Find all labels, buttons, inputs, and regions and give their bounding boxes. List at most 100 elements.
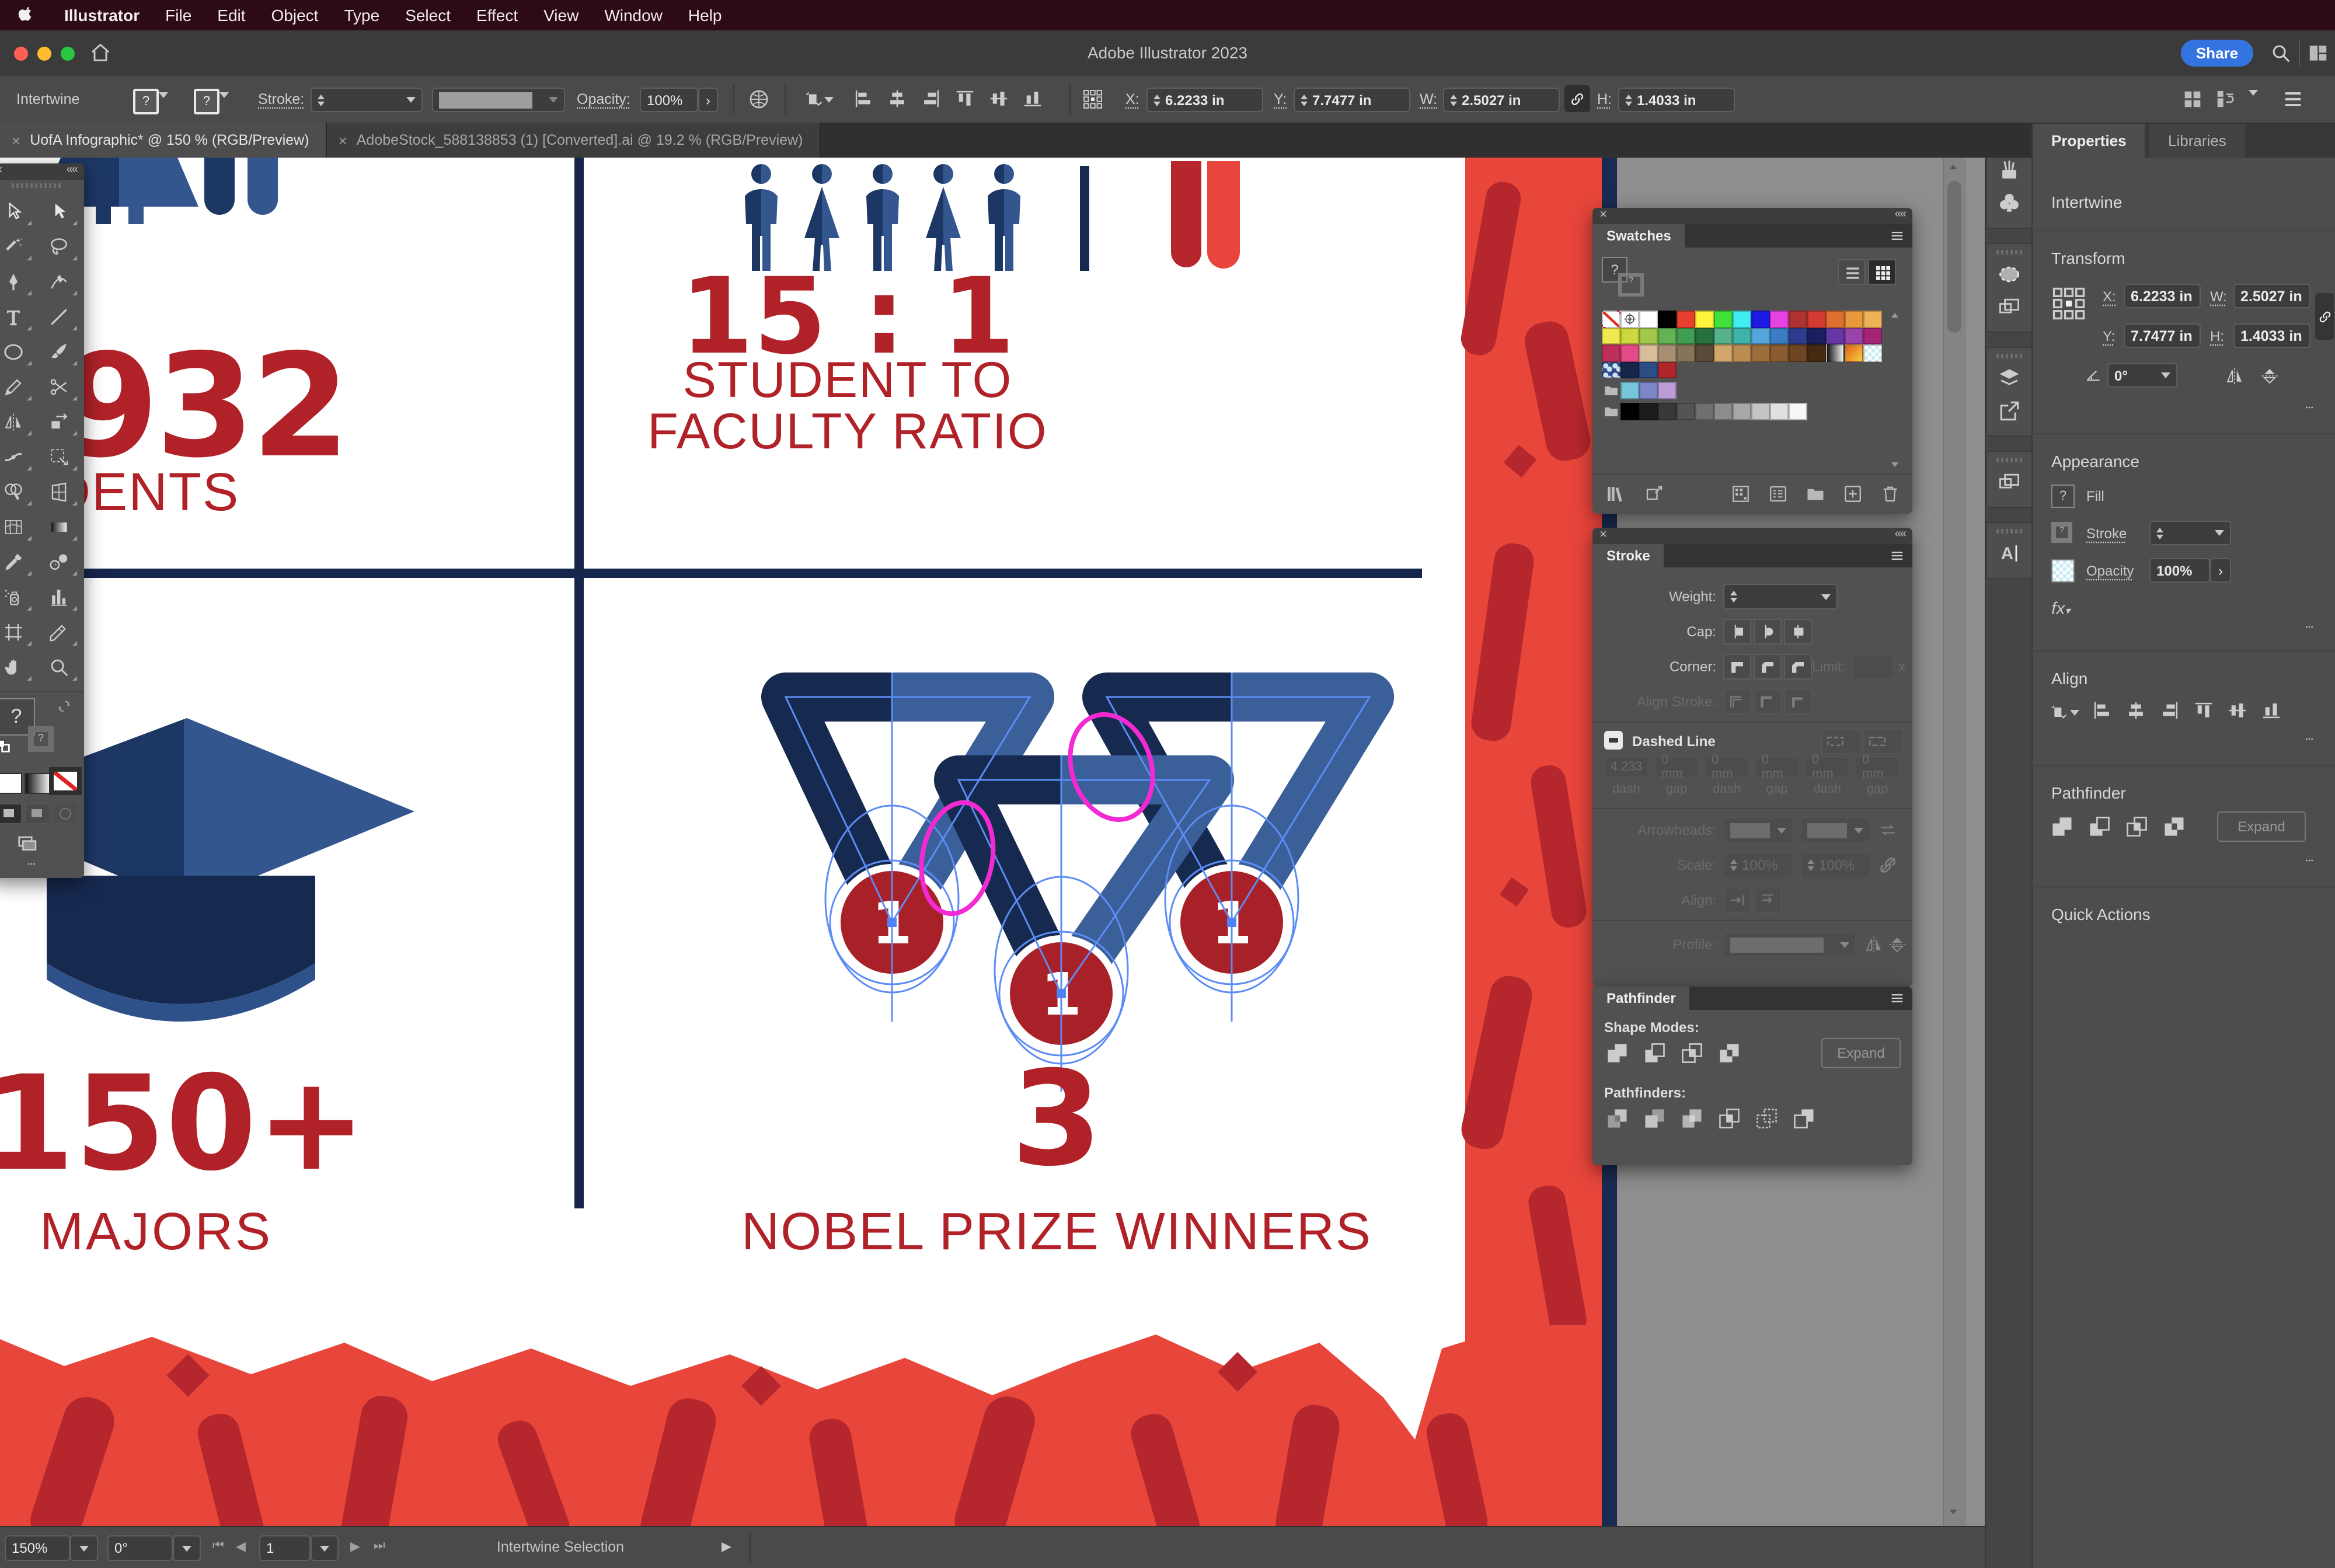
menu-object[interactable]: Object: [259, 6, 332, 25]
minus-front-icon[interactable]: [2086, 814, 2112, 839]
swatch[interactable]: [1639, 344, 1658, 361]
document-tab[interactable]: ×UofA Infographic* @ 150 % (RGB/Preview): [0, 123, 327, 158]
preserve-dash-button[interactable]: [1821, 729, 1861, 754]
expand-button[interactable]: Expand: [1821, 1038, 1901, 1068]
first-artboard-icon[interactable]: ⏮: [212, 1539, 224, 1554]
dock-group-grip[interactable]: [1996, 529, 2022, 534]
color-mode-gradient-button[interactable]: [25, 773, 50, 794]
swatch[interactable]: [1733, 403, 1751, 420]
eyedropper-tool-icon[interactable]: [0, 544, 36, 579]
stroke-tab[interactable]: Stroke: [1592, 544, 1664, 567]
minus-front-icon[interactable]: [1642, 1040, 1667, 1066]
stroke-swatch-mini[interactable]: ?: [194, 89, 219, 114]
swatch[interactable]: [1695, 311, 1714, 327]
stroke-weight-combo[interactable]: [311, 88, 423, 112]
arrowhead-scale-start-field[interactable]: 100%: [1723, 852, 1793, 878]
merge-icon[interactable]: [1679, 1106, 1705, 1131]
direct-selection-tool-icon[interactable]: [36, 194, 82, 229]
swatch[interactable]: [1620, 362, 1639, 379]
draw-inside-button[interactable]: [53, 803, 78, 824]
swatch-gradient-bw[interactable]: [1826, 344, 1845, 361]
swatch[interactable]: [1714, 311, 1733, 327]
scrollbar-thumb[interactable]: [1947, 181, 1961, 333]
reference-point-icon[interactable]: [2049, 284, 2089, 323]
artboard-dropdown-icon[interactable]: [311, 1535, 339, 1561]
scissors-tool-icon[interactable]: [36, 369, 82, 404]
align-dash-button[interactable]: [1863, 729, 1903, 754]
document-setup-icon[interactable]: [747, 88, 771, 111]
show-swatch-kinds-icon[interactable]: [1730, 483, 1751, 504]
swap-fill-stroke-icon[interactable]: [56, 698, 72, 715]
fill-swatch-mini[interactable]: ?: [133, 89, 159, 114]
swatch[interactable]: [1845, 327, 1863, 344]
align-stroke-center-button[interactable]: [1723, 689, 1751, 715]
swatch-gradient-orange[interactable]: [1845, 344, 1863, 361]
next-artboard-icon[interactable]: ▶: [350, 1539, 360, 1554]
exclude-icon[interactable]: [1716, 1040, 1742, 1066]
x-field[interactable]: 6.2233 in: [2124, 284, 2201, 308]
width-profile-select[interactable]: [1723, 932, 1856, 957]
h-field[interactable]: 1.4033 in: [2233, 323, 2310, 348]
lasso-tool-icon[interactable]: [36, 229, 82, 264]
h-field[interactable]: 1.4033 in: [1618, 88, 1735, 112]
swatch[interactable]: [1789, 344, 1807, 361]
link-dimensions-button[interactable]: [2315, 293, 2334, 340]
draw-behind-button[interactable]: [25, 803, 50, 824]
cap-butt-button[interactable]: [1723, 619, 1751, 644]
stroke-header[interactable]: × ««: [1592, 528, 1912, 544]
asset-export-panel-icon[interactable]: [1996, 398, 2022, 424]
document-list-icon[interactable]: [2281, 88, 2305, 111]
share-button[interactable]: Share: [2181, 40, 2253, 67]
align-to-selector[interactable]: [2049, 699, 2079, 725]
swatch[interactable]: [1602, 327, 1620, 344]
align-stroke-inside-button[interactable]: [1754, 689, 1782, 715]
y-field[interactable]: 7.7477 in: [2124, 323, 2201, 348]
artboard-number-field[interactable]: 1: [259, 1535, 311, 1561]
align-middle-icon[interactable]: [988, 88, 1010, 110]
unite-icon[interactable]: [2049, 814, 2075, 839]
grid-view-button[interactable]: [1868, 259, 1896, 285]
opacity-options-button[interactable]: ›: [2210, 558, 2231, 583]
fill-swatch[interactable]: ?: [2051, 485, 2075, 508]
stroke-color-proxy[interactable]: ?: [28, 726, 54, 752]
swatch[interactable]: [1695, 344, 1714, 361]
swatch[interactable]: [1639, 311, 1658, 327]
swatch[interactable]: [1789, 311, 1807, 327]
swatch[interactable]: [1602, 344, 1620, 361]
search-icon[interactable]: [2270, 42, 2292, 64]
ellipse-tool-icon[interactable]: [0, 334, 36, 369]
trim-icon[interactable]: [1642, 1106, 1667, 1131]
type-tool-icon[interactable]: [0, 299, 36, 334]
align-bottom-icon[interactable]: [2260, 699, 2282, 722]
divide-icon[interactable]: [1604, 1106, 1630, 1131]
appearance-more-icon[interactable]: [2296, 622, 2322, 632]
intersect-icon[interactable]: [2124, 814, 2149, 839]
symbol-sprayer-tool-icon[interactable]: [0, 579, 36, 614]
column-graph-tool-icon[interactable]: [36, 579, 82, 614]
flip-horizontal-icon[interactable]: [2224, 365, 2245, 386]
rotation-dropdown-icon[interactable]: [173, 1535, 201, 1561]
delete-swatch-icon[interactable]: [1880, 483, 1901, 504]
w-field[interactable]: 2.5027 in: [2233, 284, 2310, 308]
artboard-tool-icon[interactable]: [0, 614, 36, 649]
swatch[interactable]: [1770, 403, 1789, 420]
swatch-scroll-down-icon[interactable]: [1891, 462, 1898, 467]
shear-tool-icon[interactable]: [36, 404, 82, 439]
swatch[interactable]: [1695, 403, 1714, 420]
pencil-tool-icon[interactable]: [0, 369, 36, 404]
arrowhead-scale-end-field[interactable]: 100%: [1800, 852, 1870, 878]
swatch[interactable]: [1658, 344, 1677, 361]
reflect-tool-icon[interactable]: [0, 404, 36, 439]
link-scales-icon[interactable]: [1877, 855, 1898, 876]
align-middle-icon[interactable]: [2226, 699, 2249, 722]
swatch-themes-icon[interactable]: [1644, 483, 1665, 504]
close-panel-icon[interactable]: ×: [0, 163, 3, 177]
swatch[interactable]: [1733, 327, 1751, 344]
align-bottom-icon[interactable]: [1022, 88, 1044, 110]
collapse-panel-icon[interactable]: ««: [1895, 208, 1905, 221]
toolbar-more-icon[interactable]: [19, 859, 44, 869]
miter-limit-field[interactable]: [1852, 654, 1894, 680]
stroke-weight-field[interactable]: [2149, 521, 2231, 545]
mesh-tool-icon[interactable]: [0, 509, 36, 544]
intersect-icon[interactable]: [1679, 1040, 1705, 1066]
